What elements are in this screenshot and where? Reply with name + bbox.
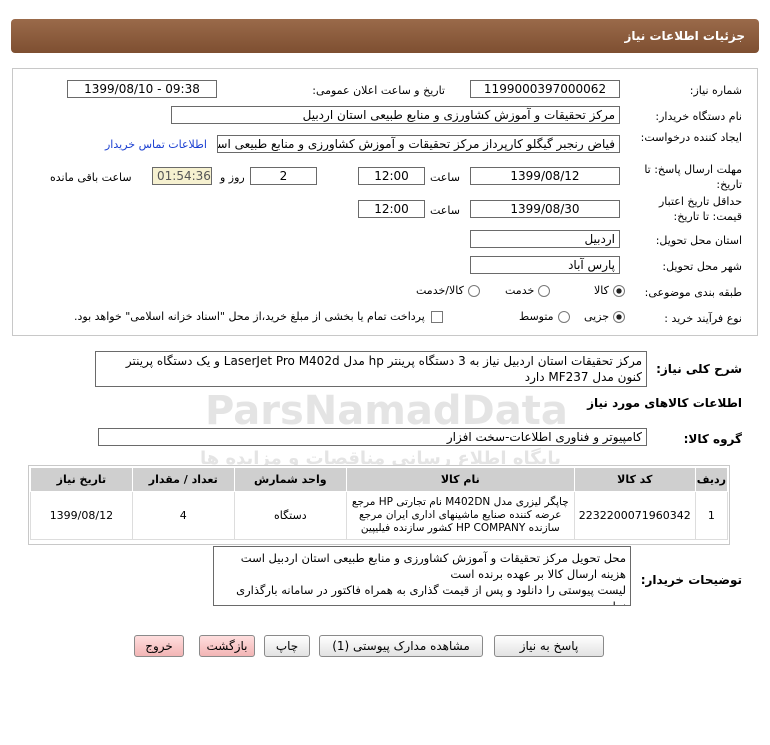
- payment-text: پرداخت تمام یا بخشی از مبلغ خرید،از محل …: [74, 310, 425, 323]
- announce-field: 1399/08/10 - 09:38: [67, 80, 217, 98]
- process-label: نوع فرآیند خرید :: [664, 312, 742, 325]
- category-label: طبقه بندی موضوعی:: [644, 286, 742, 299]
- province-label: استان محل تحویل:: [655, 234, 742, 247]
- category-radio-service[interactable]: خدمت: [505, 284, 551, 297]
- buyer-notes-label: توضیحات خریدار:: [640, 573, 742, 587]
- validity-time-label: ساعت: [430, 204, 460, 217]
- category-radio-both[interactable]: کالا/خدمت: [416, 284, 480, 297]
- exit-button[interactable]: خروج: [134, 635, 184, 657]
- header-index: ردیف: [694, 467, 729, 492]
- row-qty: 4: [131, 491, 235, 540]
- description-field: مرکز تحقیقات استان اردبیل نیاز به 3 دستگ…: [95, 351, 647, 387]
- category-radio-goods[interactable]: کالا: [594, 284, 625, 297]
- row-index: 1: [694, 491, 729, 540]
- radio-minor-label: جزیی: [584, 310, 610, 323]
- need-number-label: شماره نیاز:: [689, 84, 742, 97]
- city-label: شهر محل تحویل:: [662, 260, 742, 273]
- description-label: شرح کلی نیاز:: [656, 362, 742, 376]
- reply-button[interactable]: پاسخ به نیاز: [494, 635, 604, 657]
- radio-both-label: کالا/خدمت: [416, 284, 464, 297]
- days-label: روز و: [220, 171, 245, 184]
- radio-service[interactable]: [538, 284, 551, 297]
- process-radio-minor[interactable]: جزیی: [584, 310, 626, 323]
- buyer-org-label: نام دستگاه خریدار:: [655, 110, 742, 123]
- page-title: جزئیات اطلاعات نیاز: [624, 29, 745, 43]
- header-qty: تعداد / مقدار: [131, 467, 235, 492]
- goods-table: ردیف کد کالا نام کالا واحد شمارش تعداد /…: [30, 467, 729, 540]
- table-row[interactable]: 1 2232200071960342 چاپگر لیزری مدل M402D…: [30, 491, 729, 540]
- reply-date-field: 1399/08/12: [470, 167, 620, 185]
- radio-medium[interactable]: [557, 310, 570, 323]
- remaining-label: ساعت باقی مانده: [50, 171, 132, 184]
- row-code: 2232200071960342: [573, 491, 696, 540]
- header-code: کد کالا: [573, 467, 696, 492]
- contact-buyer-link[interactable]: اطلاعات تماس خریدار: [105, 138, 207, 151]
- buyer-notes-field: محل تحویل مرکز تحقیقات و آموزش کشاورزی و…: [213, 546, 631, 606]
- countdown-timer: 01:54:36: [152, 167, 212, 185]
- need-number-field: 1199000397000062: [470, 80, 620, 98]
- reply-time-field: 12:00: [358, 167, 425, 185]
- payment-checkbox[interactable]: [430, 310, 443, 323]
- price-validity-label: حداقل تاریخ اعتبار قیمت: تا تاریخ:: [658, 195, 742, 223]
- attachments-button[interactable]: مشاهده مدارک پیوستی (1): [319, 635, 483, 657]
- buyer-note-line-2: هزینه ارسال کالا بر عهده برنده است: [450, 567, 626, 581]
- goods-group-field: کامپیوتر و فناوری اطلاعات-سخت افزار: [98, 428, 647, 446]
- goods-group-label: گروه کالا:: [683, 432, 742, 446]
- row-unit: دستگاه: [233, 491, 347, 540]
- row-name: چاپگر لیزری مدل M402DN نام تجارتی HP مرج…: [345, 491, 575, 540]
- row-date: 1399/08/12: [30, 491, 133, 540]
- radio-medium-label: متوسط: [519, 310, 554, 323]
- goods-section-title: اطلاعات کالاهای مورد نیاز: [587, 396, 742, 410]
- buyer-note-line-3: لیست پیوستی را دانلود و پس از قیمت گذاری…: [236, 583, 626, 606]
- validity-time-field: 12:00: [358, 200, 425, 218]
- goods-table-panel: ردیف کد کالا نام کالا واحد شمارش تعداد /…: [28, 465, 730, 545]
- header-unit: واحد شمارش: [233, 467, 347, 492]
- table-header-row: ردیف کد کالا نام کالا واحد شمارش تعداد /…: [30, 467, 729, 492]
- buyer-note-line-1: محل تحویل مرکز تحقیقات و آموزش کشاورزی و…: [240, 551, 626, 565]
- header-name: نام کالا: [345, 467, 575, 492]
- announce-label: تاریخ و ساعت اعلان عمومی:: [312, 84, 445, 97]
- reply-time-label: ساعت: [430, 171, 460, 184]
- reply-deadline-label: مهلت ارسال پاسخ: تا تاریخ:: [644, 163, 742, 191]
- province-field: اردبیل: [470, 230, 620, 248]
- page-header: جزئیات اطلاعات نیاز: [11, 19, 759, 53]
- city-field: پارس آباد: [470, 256, 620, 274]
- radio-minor-selected[interactable]: [613, 310, 626, 323]
- header-date: تاریخ نیاز: [30, 467, 133, 492]
- creator-label: ایجاد کننده درخواست:: [640, 131, 742, 144]
- validity-date-field: 1399/08/30: [470, 200, 620, 218]
- buyer-org-field: مرکز تحقیقات و آموزش کشاورزی و منابع طبی…: [171, 106, 620, 124]
- creator-field: فیاض رنجبر گیگلو کارپرداز مرکز تحقیقات و…: [217, 135, 620, 153]
- radio-goods-selected[interactable]: [612, 284, 625, 297]
- radio-goods-label: کالا: [594, 284, 609, 297]
- back-button[interactable]: بازگشت: [199, 635, 255, 657]
- radio-service-label: خدمت: [505, 284, 535, 297]
- radio-both[interactable]: [467, 284, 480, 297]
- days-field: 2: [250, 167, 317, 185]
- print-button[interactable]: چاپ: [264, 635, 310, 657]
- process-radio-medium[interactable]: متوسط: [519, 310, 570, 323]
- payment-checkbox-row[interactable]: پرداخت تمام یا بخشی از مبلغ خرید،از محل …: [74, 310, 443, 323]
